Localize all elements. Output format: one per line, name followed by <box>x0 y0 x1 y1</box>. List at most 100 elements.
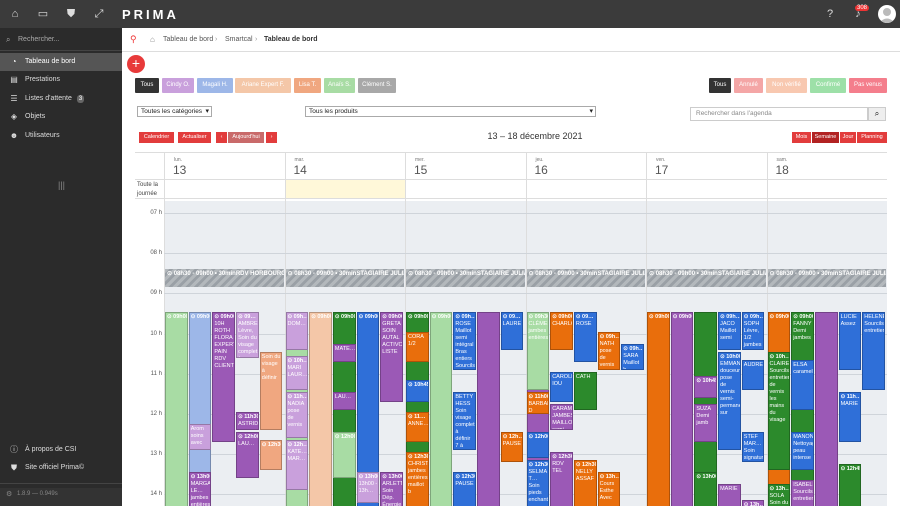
next-week-button[interactable]: › <box>266 132 277 143</box>
sidebar-search[interactable]: ⌕ Rechercher... <box>4 34 118 46</box>
staff-filter-ariane[interactable]: Ariane Expert F. <box>235 78 291 93</box>
appointment[interactable]: ⊙ 11… ANNE… <box>406 412 429 443</box>
appointment[interactable]: ⊙ 13h00ARLETTE Soin Dép. Énergie Sophrol… <box>380 472 403 506</box>
day-note[interactable]: ⊙ 08h30 - 09h00 • 30minSTAGIAIRE JULIA 0… <box>526 269 645 288</box>
appointment[interactable]: SUZA Demi jamb <box>694 404 718 443</box>
sidebar-item-dashboard[interactable]: ◔ Tableau de bord <box>0 53 122 71</box>
refresh-button[interactable]: Actualiser <box>178 132 211 143</box>
appointment[interactable]: AUDREY <box>741 359 765 390</box>
appointment[interactable]: ⊙ 09h00 <box>309 311 332 506</box>
appointment[interactable]: ⊙ 09h00 <box>429 311 453 506</box>
appointment[interactable]: Soin du visage à définir <box>259 351 283 431</box>
sidebar-item-users[interactable]: ☻ Utilisateurs <box>0 127 122 145</box>
appointment[interactable]: CAROLL IOU <box>550 371 573 402</box>
appointment[interactable]: ⊙ 09h00 <box>670 311 694 506</box>
appointment[interactable]: MANON Nettoyage peau intense <box>791 432 814 471</box>
appointment[interactable]: Arom soins avec <box>188 424 212 451</box>
appointment[interactable]: ISABELLE Sourcils entretien <box>791 480 814 506</box>
staff-filter-clement[interactable]: Clément S. <box>358 78 396 93</box>
day-header[interactable]: jeu. 16 <box>525 153 647 179</box>
sidebar-item-objects[interactable]: ◈ Objets <box>0 108 122 126</box>
appointment[interactable]: ⊙ 09h… SARA Maillot b <box>621 343 644 370</box>
appointment[interactable]: ⊙ 13h…SOLA Soin du visage <box>767 484 791 506</box>
appointment[interactable]: ⊙ 11h00BARBARA D <box>526 391 550 415</box>
sidebar-official-site-link[interactable]: ⛊ Site officiel Prima© <box>0 459 122 477</box>
appointment[interactable]: BETTY HESS Soin visage complet à définir… <box>453 391 477 451</box>
appointment[interactable]: ⊙ 09… AMBRE Lèvre, Soin du visage complet… <box>236 311 259 358</box>
appointment[interactable]: HELENE Sourcils entretien <box>862 311 885 390</box>
appointment[interactable]: ⊙ 09h… SOPH Lèvre, 1/2 jambes <box>741 311 765 350</box>
day-note[interactable]: ⊙ 08h30 - 09h00 • 30minSTAGIAIRE JULIA 0… <box>285 269 404 288</box>
appointment[interactable]: ⊙ 10h45 - 11h15 <box>406 379 429 402</box>
all-day-row[interactable] <box>135 179 887 199</box>
appointment[interactable]: ⊙ 09h… DOM… <box>285 311 309 350</box>
staff-filter-magali[interactable]: Magali H. <box>197 78 233 93</box>
appointment[interactable]: ⊙ 12h30SELMA T… Soin pieds enchanteur <box>526 460 550 506</box>
sidebar-resize-handle[interactable]: ||| <box>58 180 65 190</box>
appointment[interactable]: ⊙ 10h… MARI LAUR… <box>285 355 309 390</box>
appointment[interactable]: ⊙ 10h00EMMANUELLE douceur, pose de verni… <box>718 351 741 451</box>
appointment[interactable]: ⊙ 13h00 13h00 - 13h… <box>356 472 380 503</box>
staff-filter-cindy[interactable]: Cindy O. <box>162 78 194 93</box>
view-planning-button[interactable]: Planning <box>857 132 887 143</box>
appointment[interactable]: ⊙ 12h30CHRISTELLE jambes entières maillo… <box>406 452 429 506</box>
appointment[interactable]: ⊙ 11h30 ASTRID <box>236 412 259 431</box>
appointment[interactable]: ⊙ 09h0010H ROTH FLORA EXPERTISE PAIN RDV… <box>212 311 236 443</box>
appointment[interactable]: ⊙ 09h00CHARLOTTE <box>550 311 573 350</box>
appointment[interactable]: ⊙ 12h30 PAUSE <box>453 472 477 506</box>
appointment[interactable]: ⊙ 12h… KATE… MAR… <box>285 440 309 491</box>
appointment[interactable] <box>814 311 838 506</box>
home-icon[interactable]: ⌂ <box>9 8 21 20</box>
view-week-button[interactable]: Semaine <box>812 132 839 143</box>
appointment[interactable]: ⊙ 13h00MARGAUX LE… jambes entières <box>188 472 212 506</box>
appointment[interactable]: ⊙ 09h00 <box>165 311 188 506</box>
appointment[interactable]: ⊙ 12h00 - 12h30 • 30min <box>526 432 550 459</box>
staff-filter-anais[interactable]: Anaïs S. <box>324 78 355 93</box>
add-appointment-button[interactable]: + <box>127 55 145 73</box>
day-header[interactable]: mar. 14 <box>284 153 406 179</box>
appointment[interactable]: ⊙ 09h00 <box>647 311 670 506</box>
appointment[interactable]: LAU… <box>332 391 356 411</box>
appointment[interactable]: ⊙ 12h30 NELLY ASSAF <box>573 460 597 506</box>
appointment[interactable]: ⊙ 12h… PAUSE <box>500 432 524 463</box>
breadcrumb-item[interactable]: Tableau de bord <box>163 36 213 43</box>
appointment[interactable]: CARAME JAMBES MAILLOT semi… <box>550 404 573 431</box>
appointment[interactable] <box>477 311 500 506</box>
appointment[interactable]: ⊙ 12h00 LAU… <box>236 432 259 479</box>
appointment[interactable]: MATE… <box>332 343 356 362</box>
day-note[interactable]: ⊙ 08h30 - 09h00 • 30minSTAGIAIRE JULIA 0… <box>406 269 525 288</box>
appointment[interactable]: ⊙ 13h… Cours Esthe Avec <box>597 472 621 506</box>
appointment[interactable]: ⊙ 12h30 RDV TEL <box>550 452 573 506</box>
staff-filter-all[interactable]: Tous <box>135 78 159 93</box>
help-icon[interactable]: ? <box>824 8 836 20</box>
day-header[interactable]: sam. 18 <box>766 153 888 179</box>
search-icon[interactable]: ⌕ <box>868 107 886 121</box>
appointment[interactable]: STEF MAR… Soin signature Duo dégustr <box>741 432 765 463</box>
status-filter-all[interactable]: Tous <box>709 78 731 93</box>
appointment[interactable]: CATH <box>573 371 597 411</box>
appointment[interactable]: ⊙ 09… ROSE <box>573 311 597 362</box>
status-filter-confirmed[interactable]: Confirmé <box>810 78 846 93</box>
appointment[interactable]: MARIE <box>718 484 741 506</box>
appointment[interactable]: ⊙ 12h45 <box>838 464 862 506</box>
sidebar-about-link[interactable]: ⓘ À propos de CSI <box>0 441 122 459</box>
appointment[interactable]: ⊙ 11h… MARIE <box>838 391 862 443</box>
day-header[interactable]: ven. 17 <box>646 153 767 179</box>
appointment[interactable]: ⊙ 09h30CLÉMENT jambes entières <box>526 311 550 390</box>
status-filter-unverified[interactable]: Non vérifié <box>766 78 807 93</box>
appointment[interactable]: LUCIE Assez <box>838 311 862 370</box>
appointment[interactable]: ⊙ 13h00 <box>694 472 718 506</box>
category-select[interactable]: Toutes les catégories <box>137 106 212 117</box>
calendar-button[interactable]: Calendrier <box>139 132 174 143</box>
appointment[interactable]: ⊙ 09h… ROSE Maillot semi intégral Bras en… <box>453 311 477 370</box>
today-button[interactable]: Aujourd'hui <box>228 132 264 143</box>
view-month-button[interactable]: Mois <box>792 132 811 143</box>
status-filter-cancelled[interactable]: Annulé <box>734 78 763 93</box>
day-header[interactable]: lun. 13 <box>164 153 285 179</box>
appointment[interactable]: ⊙ 11h… NADIA pose de vernis <box>285 391 309 439</box>
appointment[interactable]: ⊙ 13h…AMAN Soin visage <box>741 500 765 506</box>
prev-week-button[interactable]: ‹ <box>216 132 227 143</box>
appointment[interactable]: ⊙ 12h00 <box>332 432 356 479</box>
appointment[interactable]: ⊙ 09h00 GRETA SOIN AUTAL ACTIVO LISTE <box>380 311 403 402</box>
appointment[interactable]: ⊙ 10h45 <box>694 375 718 398</box>
